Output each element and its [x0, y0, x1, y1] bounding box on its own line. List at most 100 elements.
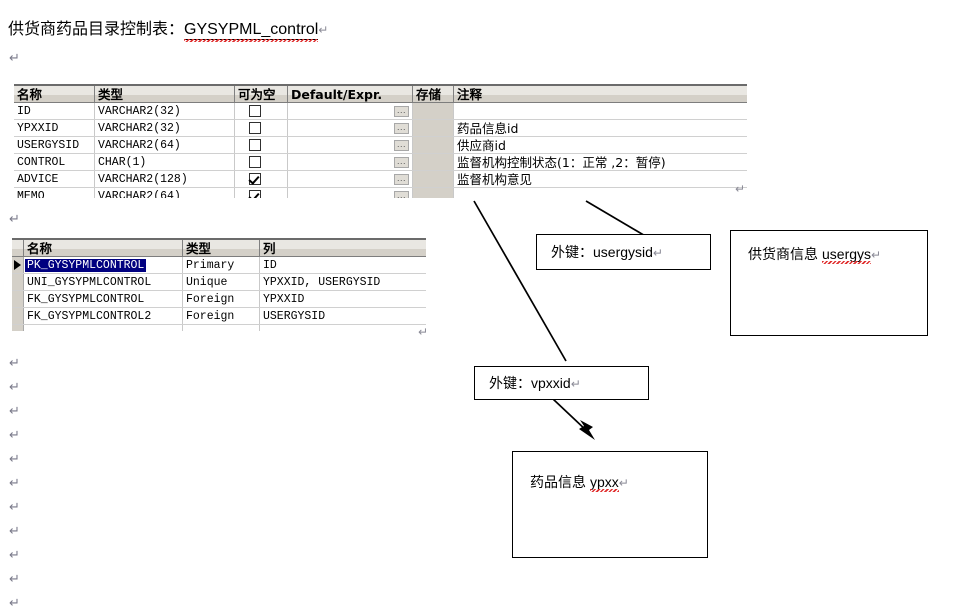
cell-key-name[interactable]: FK_GYSYPMLCONTROL	[24, 291, 183, 307]
cell-storage[interactable]	[413, 103, 454, 119]
cell-name[interactable]: ADVICE	[14, 171, 95, 187]
cell-key-columns[interactable]: ID	[260, 257, 426, 273]
column-header-storage[interactable]: 存储	[413, 86, 454, 102]
row-selector[interactable]	[12, 291, 24, 307]
key-header-columns[interactable]: 列	[260, 240, 426, 256]
cell-key-name[interactable]: FK_GYSYPMLCONTROL2	[24, 308, 183, 324]
cell-nullable[interactable]	[235, 103, 288, 119]
column-header-default[interactable]: Default/Expr.	[288, 86, 413, 102]
ellipsis-button[interactable]: ...	[394, 157, 409, 168]
callout-return-mark: ↵	[570, 377, 581, 391]
cell-comment[interactable]	[454, 188, 747, 198]
columns-grid[interactable]: 名称 类型 可为空 Default/Expr. 存储 注释 ID VARCHAR…	[14, 84, 747, 198]
cell-key-name[interactable]: UNI_GYSYPMLCONTROL	[24, 274, 183, 290]
row-selector[interactable]	[12, 274, 24, 290]
cell-nullable[interactable]	[235, 188, 288, 198]
paragraph-mark: ↵	[9, 596, 20, 611]
cell-comment[interactable]: 药品信息id	[454, 120, 747, 136]
ellipsis-button[interactable]: ...	[394, 191, 409, 198]
cell-name[interactable]: YPXXID	[14, 120, 95, 136]
column-header-comment[interactable]: 注释	[454, 86, 747, 102]
cell-type[interactable]: VARCHAR2(32)	[95, 120, 235, 136]
paragraph-mark: ↵	[9, 452, 20, 467]
cell-comment[interactable]: 监督机构控制状态(1：正常 ,2：暂停)	[454, 154, 747, 170]
cell-type[interactable]: CHAR(1)	[95, 154, 235, 170]
cell-nullable[interactable]	[235, 120, 288, 136]
key-header-name[interactable]: 名称	[24, 240, 183, 256]
table-row[interactable]: CONTROL CHAR(1) ... 监督机构控制状态(1：正常 ,2：暂停)	[14, 154, 747, 171]
table-row[interactable]: FK_GYSYPMLCONTROL2 Foreign USERGYSID	[12, 308, 426, 325]
cell-comment[interactable]: 供应商id	[454, 137, 747, 153]
cell-key-columns[interactable]: YPXXID, USERGYSID	[260, 274, 426, 290]
callout-fk-vpxxid-label: 外键：	[489, 376, 531, 392]
key-header-type[interactable]: 类型	[183, 240, 260, 256]
cell-nullable[interactable]	[235, 154, 288, 170]
cell-key-type[interactable]: Foreign	[183, 291, 260, 307]
nullable-checkbox[interactable]	[249, 190, 261, 198]
cell-key-columns[interactable]: YPXXID	[260, 291, 426, 307]
cell-comment[interactable]: 监督机构意见	[454, 171, 747, 187]
cell-name[interactable]: CONTROL	[14, 154, 95, 170]
nullable-checkbox[interactable]	[249, 122, 261, 134]
cell-nullable[interactable]	[235, 137, 288, 153]
cell-type[interactable]: VARCHAR2(64)	[95, 188, 235, 198]
callout-fk-usergysid: 外键：usergysid↵	[536, 234, 711, 270]
cell-key-name[interactable]: PK_GYSYPMLCONTROL	[24, 257, 183, 273]
row-selector-current[interactable]	[12, 257, 24, 273]
table-row[interactable]: FK_GYSYPMLCONTROL Foreign YPXXID	[12, 291, 426, 308]
row-selector[interactable]	[12, 308, 24, 324]
page-title-table-name: GYSYPML_control	[184, 21, 319, 40]
cell-key-name[interactable]	[24, 325, 183, 331]
cell-name[interactable]: USERGYSID	[14, 137, 95, 153]
cell-default[interactable]: ...	[288, 188, 413, 198]
cell-storage[interactable]	[413, 120, 454, 136]
cell-comment[interactable]	[454, 103, 747, 119]
nullable-checkbox[interactable]	[249, 156, 261, 168]
nullable-checkbox[interactable]	[249, 139, 261, 151]
cell-key-type[interactable]: Unique	[183, 274, 260, 290]
cell-type[interactable]: VARCHAR2(64)	[95, 137, 235, 153]
ellipsis-button[interactable]: ...	[394, 140, 409, 151]
row-selector[interactable]	[12, 325, 24, 331]
nullable-checkbox[interactable]	[249, 173, 261, 185]
ellipsis-button[interactable]: ...	[394, 123, 409, 134]
column-header-nullable[interactable]: 可为空	[235, 86, 288, 102]
callout-table-ypxx: 药品信息 ypxx↵	[512, 451, 708, 558]
cell-storage[interactable]	[413, 171, 454, 187]
ellipsis-button[interactable]: ...	[394, 106, 409, 117]
table-row[interactable]: YPXXID VARCHAR2(32) ... 药品信息id	[14, 120, 747, 137]
cell-key-columns[interactable]	[260, 325, 426, 331]
cell-name[interactable]: ID	[14, 103, 95, 119]
keys-grid[interactable]: 名称 类型 列 PK_GYSYPMLCONTROL Primary ID UNI…	[12, 238, 426, 331]
table-row[interactable]: ADVICE VARCHAR2(128) ... 监督机构意见	[14, 171, 747, 188]
table-row[interactable]: UNI_GYSYPMLCONTROL Unique YPXXID, USERGY…	[12, 274, 426, 291]
cell-default[interactable]: ...	[288, 154, 413, 170]
cell-default[interactable]: ...	[288, 120, 413, 136]
cell-name[interactable]: MEMO	[14, 188, 95, 198]
cell-storage[interactable]	[413, 188, 454, 198]
column-header-name[interactable]: 名称	[14, 86, 95, 102]
cell-key-type[interactable]	[183, 325, 260, 331]
table-row-empty[interactable]	[12, 325, 426, 331]
ellipsis-button[interactable]: ...	[394, 174, 409, 185]
cell-default[interactable]: ...	[288, 171, 413, 187]
cell-default[interactable]: ...	[288, 103, 413, 119]
cell-storage[interactable]	[413, 154, 454, 170]
table-row[interactable]: USERGYSID VARCHAR2(64) ... 供应商id	[14, 137, 747, 154]
nullable-checkbox[interactable]	[249, 105, 261, 117]
cell-nullable[interactable]	[235, 171, 288, 187]
column-header-type[interactable]: 类型	[95, 86, 235, 102]
cell-key-type[interactable]: Primary	[183, 257, 260, 273]
callout-fk-vpxxid-value: vpxxid	[531, 375, 571, 391]
paragraph-mark: ↵	[9, 524, 20, 539]
cell-key-type[interactable]: Foreign	[183, 308, 260, 324]
table-row[interactable]: PK_GYSYPMLCONTROL Primary ID	[12, 257, 426, 274]
callout-fk-usergysid-label: 外键：	[551, 245, 593, 261]
table-row[interactable]: ID VARCHAR2(32) ...	[14, 103, 747, 120]
table-row[interactable]: MEMO VARCHAR2(64) ...	[14, 188, 747, 198]
cell-default[interactable]: ...	[288, 137, 413, 153]
cell-storage[interactable]	[413, 137, 454, 153]
cell-key-columns[interactable]: USERGYSID	[260, 308, 426, 324]
cell-type[interactable]: VARCHAR2(32)	[95, 103, 235, 119]
cell-type[interactable]: VARCHAR2(128)	[95, 171, 235, 187]
